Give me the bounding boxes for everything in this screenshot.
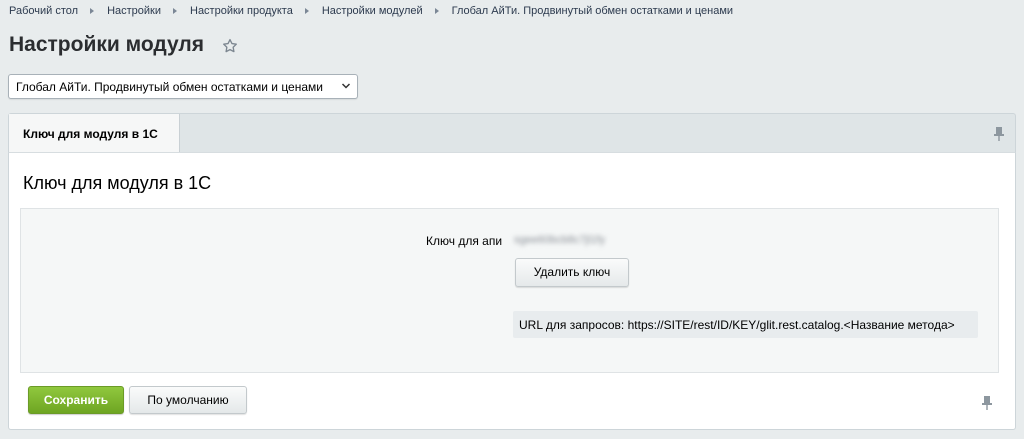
api-key-label: Ключ для апи xyxy=(426,234,503,248)
pin-icon[interactable] xyxy=(981,395,993,411)
breadcrumb-item-module-settings[interactable]: Настройки модулей xyxy=(322,5,423,17)
save-button[interactable]: Сохранить xyxy=(28,386,124,414)
breadcrumb-item-current-module[interactable]: Глобал АйТи. Продвинутый обмен остатками… xyxy=(452,5,733,17)
chevron-down-icon xyxy=(341,83,351,89)
breadcrumb-item-product-settings[interactable]: Настройки продукта xyxy=(190,5,293,17)
section-title: Ключ для модуля в 1С xyxy=(23,173,212,193)
breadcrumb-item-settings[interactable]: Настройки xyxy=(107,5,161,17)
module-select-value: Глобал АйТи. Продвинутый обмен остатками… xyxy=(16,80,323,94)
request-url-text: URL для запросов: https://SITE/rest/ID/K… xyxy=(513,311,978,338)
breadcrumb-separator-icon xyxy=(434,8,439,14)
default-button[interactable]: По умолчанию xyxy=(129,386,247,414)
breadcrumb-item-desktop[interactable]: Рабочий стол xyxy=(9,5,78,17)
pin-icon[interactable] xyxy=(993,126,1005,142)
module-select[interactable]: Глобал АйТи. Продвинутый обмен остатками… xyxy=(8,74,358,99)
breadcrumb-separator-icon xyxy=(90,8,95,14)
delete-key-button[interactable]: Удалить ключ xyxy=(515,258,629,287)
tab-module-key[interactable]: Ключ для модуля в 1С xyxy=(9,114,180,154)
breadcrumb: Рабочий стол Настройки Настройки продукт… xyxy=(9,5,733,17)
favorite-star-icon[interactable] xyxy=(221,37,239,55)
key-settings-box: Ключ для апи sgee60bcb8c7jl1fy Удалить к… xyxy=(20,208,999,373)
settings-panel: Ключ для модуля в 1С Ключ для апи sgee60… xyxy=(8,152,1016,430)
page-title: Настройки модуля xyxy=(9,33,205,56)
breadcrumb-separator-icon xyxy=(304,8,309,14)
breadcrumb-separator-icon xyxy=(173,8,177,14)
tabs-bar: Ключ для модуля в 1С xyxy=(8,113,1016,154)
api-key-value: sgee60bcb8c7jl1fy xyxy=(514,234,606,246)
